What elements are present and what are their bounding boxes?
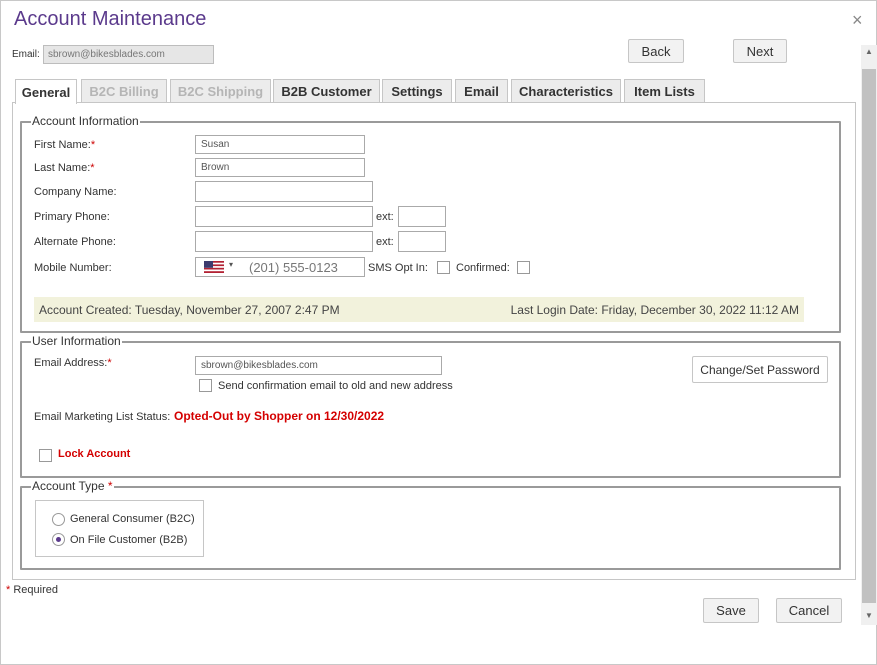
sms-opt-in-label: SMS Opt In: [368,262,428,274]
next-button[interactable]: Next [733,39,787,63]
first-name-field[interactable]: Susan [195,135,365,154]
marketing-status-value: Opted-Out by Shopper on 12/30/2022 [174,409,385,423]
scrollbar-thumb[interactable] [862,69,876,603]
company-name-label: Company Name: [34,186,117,198]
confirmed-label: Confirmed: [456,262,510,274]
alternate-phone-field[interactable] [195,231,373,252]
email-address-field[interactable]: sbrown@bikesblades.com [195,356,442,375]
marketing-status-label: Email Marketing List Status: [34,411,171,423]
back-button[interactable]: Back [628,39,684,63]
dialog-title: Account Maintenance [14,8,207,30]
send-confirmation-label: Send confirmation email to old and new a… [218,380,453,392]
radio-general-consumer[interactable] [52,513,65,526]
last-login-text: Last Login Date: Friday, December 30, 20… [510,303,799,317]
mobile-number-label: Mobile Number: [34,262,112,274]
scroll-down-arrow-icon[interactable]: ▼ [861,609,877,623]
cancel-button[interactable]: Cancel [776,598,842,623]
lock-account-checkbox[interactable] [39,449,52,462]
close-icon[interactable]: × [852,11,863,29]
alternate-ext-field[interactable] [398,231,446,252]
last-name-field[interactable]: Brown [195,158,365,177]
user-information-legend: User Information [31,334,122,348]
us-flag-icon[interactable] [204,261,224,273]
tab-b2b-customer[interactable]: B2B Customer [273,79,380,103]
email-address-label: Email Address:* [34,357,112,369]
primary-phone-label: Primary Phone: [34,211,110,223]
confirmed-checkbox[interactable] [517,261,530,274]
alternate-phone-label: Alternate Phone: [34,236,116,248]
account-dates-bar: Account Created: Tuesday, November 27, 2… [34,297,804,322]
last-name-label: Last Name:* [34,162,95,174]
change-password-button[interactable]: Change/Set Password [692,356,828,383]
header-email-label: Email: [12,49,40,60]
sms-opt-in-checkbox[interactable] [437,261,450,274]
account-maintenance-dialog: Account Maintenance × Email: sbrown@bike… [0,0,877,665]
account-created-text: Account Created: Tuesday, November 27, 2… [39,303,340,317]
send-confirmation-checkbox[interactable] [199,379,212,392]
primary-ext-label: ext: [376,211,394,223]
account-type-legend: Account Type * [31,479,114,493]
lock-account-label: Lock Account [58,448,131,460]
tab-b2c-billing: B2C Billing [81,79,167,103]
tab-characteristics[interactable]: Characteristics [511,79,621,103]
primary-phone-field[interactable] [195,206,373,227]
tab-item-lists[interactable]: Item Lists [624,79,705,103]
radio-on-file-customer[interactable] [52,533,65,546]
primary-ext-field[interactable] [398,206,446,227]
general-consumer-label: General Consumer (B2C) [70,513,195,525]
first-name-label: First Name:* [34,139,96,151]
account-type-options-box [35,500,204,557]
tab-email[interactable]: Email [455,79,508,103]
tab-settings[interactable]: Settings [382,79,452,103]
country-dropdown-chevron-down-icon[interactable]: ▾ [229,260,233,269]
save-button[interactable]: Save [703,598,759,623]
company-name-field[interactable] [195,181,373,202]
tab-general[interactable]: General [15,79,77,104]
mobile-number-placeholder: (201) 555-0123 [249,260,338,275]
alternate-ext-label: ext: [376,236,394,248]
account-information-legend: Account Information [31,114,140,128]
required-note: * Required [6,584,58,596]
tab-b2c-shipping: B2C Shipping [170,79,271,103]
on-file-customer-label: On File Customer (B2B) [70,534,188,546]
header-email-field: sbrown@bikesblades.com [43,45,214,64]
scroll-up-arrow-icon[interactable]: ▲ [861,45,877,59]
